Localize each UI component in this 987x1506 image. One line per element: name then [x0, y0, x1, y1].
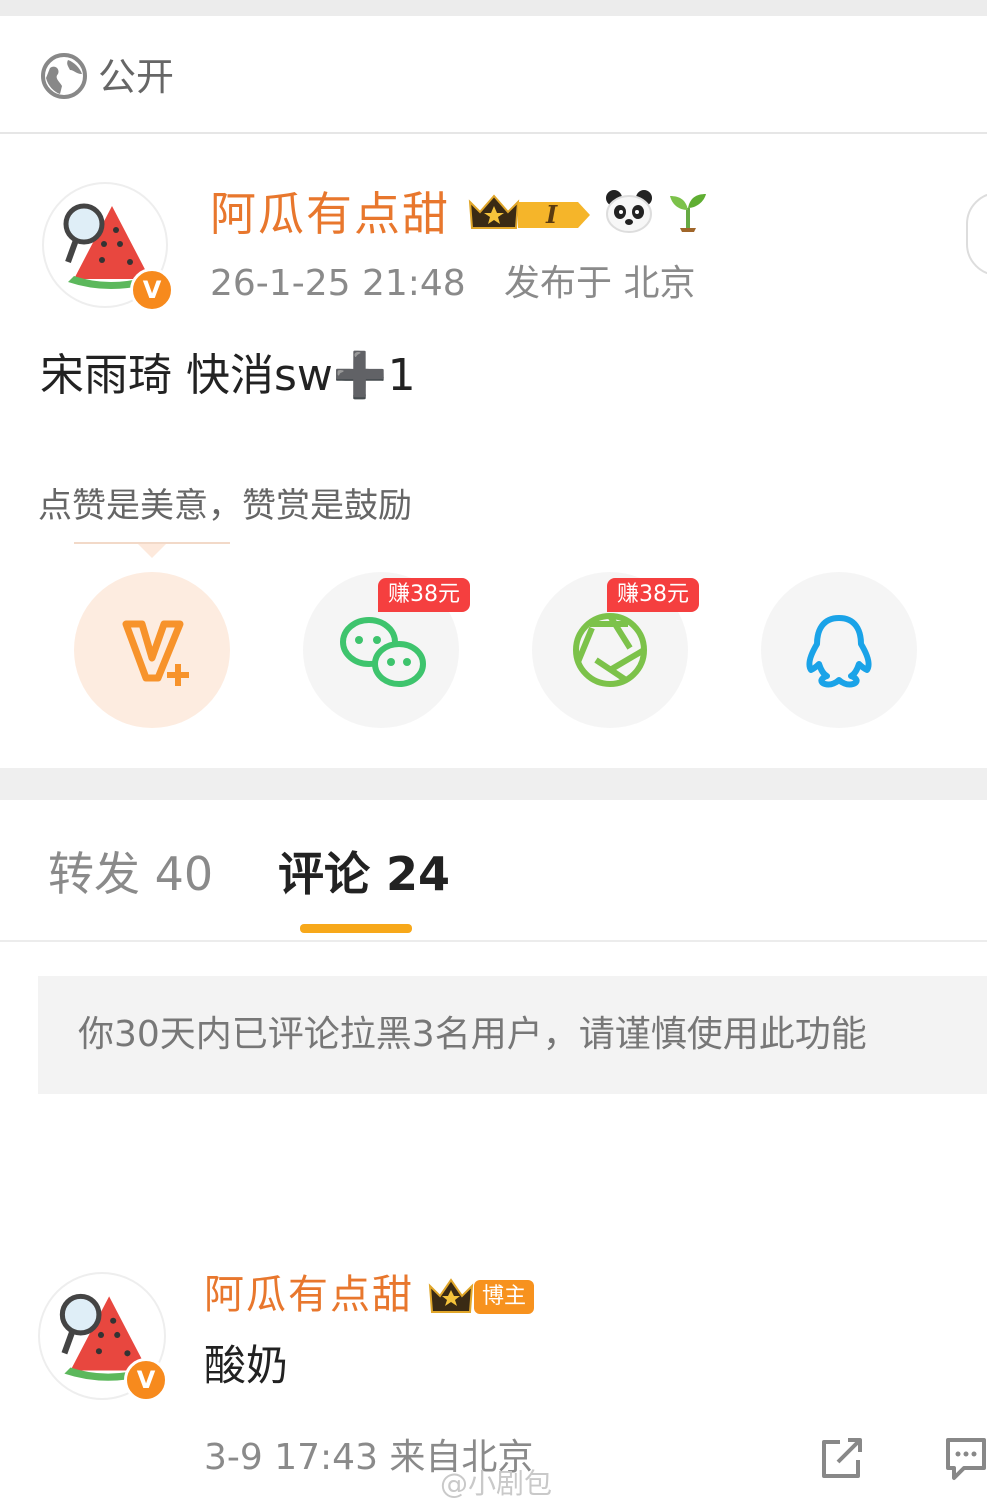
follow-button[interactable] [966, 192, 987, 276]
post-location: 发布于 北京 [504, 263, 696, 304]
verified-v-icon: V [124, 1358, 168, 1402]
tab-comment[interactable]: 评论 24 [278, 846, 450, 902]
section-gap [0, 768, 987, 800]
comment-text: 酸奶 [204, 1341, 289, 1390]
share-qq-button[interactable] [761, 572, 917, 728]
commenter-avatar[interactable]: V [38, 1272, 168, 1402]
post-date: 26-1-25 21:48 [210, 263, 466, 304]
watermark: @小剧包 [440, 1467, 553, 1500]
earn-badge-wechat: 赚38元 [378, 578, 470, 612]
author-name[interactable]: 阿瓜有点甜 [210, 186, 450, 242]
share-icon[interactable] [818, 1436, 866, 1480]
sprout-icon [670, 194, 706, 232]
tab-repost[interactable]: 转发 40 [48, 846, 213, 902]
weibo-vplus-icon [122, 620, 189, 686]
tab-divider [0, 940, 987, 942]
blogger-badge: 博主 [474, 1280, 535, 1314]
share-vplus-button[interactable] [74, 572, 230, 728]
qq-penguin-icon [806, 615, 872, 688]
comment-bubble-icon[interactable] [942, 1436, 987, 1482]
author-avatar[interactable]: V [42, 182, 174, 312]
commenter-name[interactable]: 阿瓜有点甜 [204, 1270, 414, 1320]
privacy-label: 公开 [98, 55, 175, 99]
tab-active-indicator [300, 924, 412, 933]
verified-v-icon: V [130, 268, 174, 312]
reward-hint: 点赞是美意，赞赏是鼓励 [38, 486, 412, 526]
post-text: 宋雨琦 快消sw➕1 [40, 350, 416, 401]
blacklist-notice: 你30天内已评论拉黑3名用户，请谨慎使用此功能 [38, 976, 987, 1094]
earn-badge-moments: 赚38元 [607, 578, 699, 612]
svg-text:I: I [545, 200, 558, 229]
panda-icon [606, 190, 652, 233]
privacy-row[interactable]: 公开 [0, 16, 987, 134]
globe-icon [41, 53, 87, 99]
notice-text: 你30天内已评论拉黑3名用户，请谨慎使用此功能 [78, 1014, 867, 1055]
vip-crown-icon [428, 1278, 474, 1313]
reward-pointer [138, 544, 166, 558]
top-strip [0, 0, 987, 16]
vip-crown-level-icon: I [468, 194, 590, 229]
